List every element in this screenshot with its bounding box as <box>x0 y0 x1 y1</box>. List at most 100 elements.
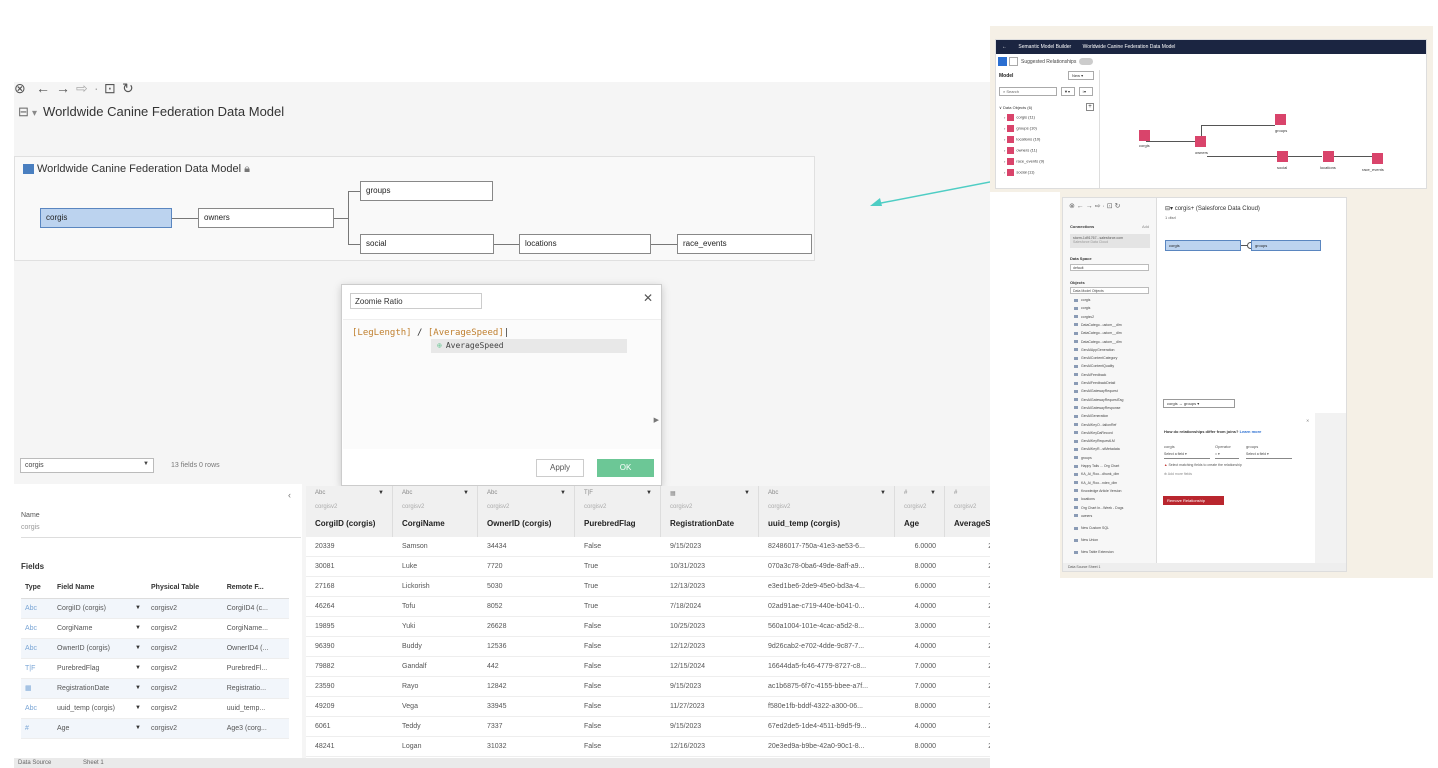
object-list-item[interactable]: GenAIKeyDaRecord <box>1074 431 1113 435</box>
chevron-right-icon[interactable]: › <box>1004 159 1005 164</box>
autocomplete-suggestion[interactable]: ⊕ AverageSpeed <box>431 339 627 353</box>
chevron-down-icon[interactable]: ▼ <box>463 490 469 496</box>
column-type-icon[interactable]: Abc <box>487 490 497 496</box>
operator-select[interactable]: = ▾ <box>1215 452 1239 459</box>
forward-button[interactable]: → <box>56 82 70 96</box>
object-list-item[interactable]: GenAIFeedback <box>1074 373 1106 377</box>
object-list-item[interactable]: Org Chart In...Week - Dogs <box>1074 506 1123 510</box>
settings-icon[interactable] <box>1009 57 1018 66</box>
data-object-item[interactable]: › race_events (9) <box>1004 158 1044 165</box>
refresh-icon[interactable]: ↻ <box>122 82 134 97</box>
object-list-item[interactable]: GenAIGeneration <box>1074 414 1108 418</box>
object-list-item[interactable]: KA_Ai_Roo...ndex_dlm <box>1074 481 1117 485</box>
object-list-item[interactable]: DataCatego...ustom__dlm <box>1074 331 1122 335</box>
right-field-select[interactable]: Select a field ▾ <box>1246 452 1292 459</box>
field-type-icon[interactable]: T|F <box>21 658 53 679</box>
remove-relationship-button[interactable]: Remove Relationship <box>1163 496 1224 505</box>
data-objects-heading[interactable]: ∨ Data Objects (6) <box>999 105 1032 110</box>
relationship-canvas[interactable]: Worldwide Canine Federation Data Model 🔒… <box>14 156 815 261</box>
col-header-remote-field[interactable]: Remote F... <box>222 578 289 599</box>
grid-col-header[interactable]: Abc ▼ corgisv2 CorgiID (corgis) <box>306 486 393 537</box>
field-row[interactable]: # Age ▼ corgisv2 Age3 (corg... <box>21 718 289 739</box>
field-row[interactable]: Abc CorgiID (corgis) ▼ corgisv2 CorgiID4 (c.… <box>21 598 289 619</box>
object-list-item[interactable]: locations <box>1074 497 1095 501</box>
smb-node-corgis[interactable] <box>1139 130 1150 141</box>
data-object-item[interactable]: › locations (10) <box>1004 136 1040 143</box>
chevron-down-icon[interactable]: ▼ <box>135 625 147 631</box>
object-list-item[interactable]: GenAIKeyO...talionRef <box>1074 423 1116 427</box>
chevron-down-icon[interactable]: ▾ <box>32 108 37 119</box>
grid-col-header[interactable]: Abc ▼ corgisv2 uuid_temp (corgis) <box>759 486 895 537</box>
tab-data-source[interactable]: Data Source <box>18 760 51 766</box>
grid-col-header[interactable]: T|F ▼ corgisv2 PurebredFlag <box>575 486 661 537</box>
data-space-select[interactable]: default <box>1070 264 1149 271</box>
add-object-button[interactable]: + <box>1086 103 1094 111</box>
back-button[interactable]: ← <box>36 82 50 96</box>
node-corgis[interactable]: corgis <box>40 208 172 228</box>
grid-view-icon[interactable] <box>998 57 1007 66</box>
field-type-icon[interactable]: ▦ <box>21 678 53 699</box>
relationship-select[interactable]: corgis ↔ groups ▾ <box>1163 399 1235 408</box>
close-icon[interactable]: ✕ <box>1306 418 1309 423</box>
ds-node-groups[interactable]: groups <box>1251 240 1321 251</box>
object-list-item[interactable]: GenAIContentCategory <box>1074 356 1117 360</box>
node-owners[interactable]: owners <box>198 208 334 228</box>
new-table-extension[interactable]: New Table Extension <box>1074 550 1114 554</box>
new-custom-sql[interactable]: New Custom SQL <box>1074 526 1109 530</box>
object-list-item[interactable]: DataCatego...ustom__dlm <box>1074 323 1122 327</box>
data-object-item[interactable]: › groups (10) <box>1004 125 1037 132</box>
field-type-icon[interactable]: # <box>21 718 53 739</box>
object-list-item[interactable]: GenAIKeyR...stMetadata <box>1074 447 1120 451</box>
chevron-right-icon[interactable]: › <box>1004 115 1005 120</box>
grid-col-header[interactable]: #▼corgisv2AverageSpe <box>945 486 990 537</box>
smb-node-owners[interactable] <box>1195 136 1206 147</box>
object-list-item[interactable]: GenAIGatewayRequest <box>1074 389 1118 393</box>
collapse-icon[interactable]: ‹ <box>288 490 291 500</box>
field-name[interactable]: RegistrationDate ▼ <box>53 678 147 699</box>
expand-arrow-icon[interactable]: ▶ <box>654 416 659 424</box>
field-type-icon[interactable]: Abc <box>21 618 53 639</box>
chevron-right-icon[interactable]: › <box>1004 137 1005 142</box>
new-button[interactable]: New ▾ <box>1068 71 1094 80</box>
chevron-down-icon[interactable]: ▼ <box>560 490 566 496</box>
redo-icon[interactable]: ⇨ <box>76 82 88 97</box>
new-union[interactable]: New Union <box>1074 538 1098 542</box>
sort-button[interactable]: ↕▾ <box>1079 87 1093 96</box>
object-list-item[interactable]: GenAIAppGeneration <box>1074 348 1114 352</box>
learn-more-link[interactable]: Learn more <box>1240 429 1262 434</box>
node-race-events[interactable]: race_events <box>677 234 812 254</box>
column-type-icon[interactable]: ▦ <box>670 490 676 497</box>
suggested-toggle[interactable] <box>1079 58 1094 65</box>
data-object-item[interactable]: › social (11) <box>1004 169 1035 176</box>
node-social[interactable]: social <box>360 234 494 254</box>
chevron-down-icon[interactable]: ▼ <box>135 725 147 731</box>
back-button[interactable]: ← <box>1002 44 1007 50</box>
field-type-icon[interactable]: Abc <box>21 638 53 659</box>
chevron-down-icon[interactable]: ▼ <box>135 685 147 691</box>
chevron-down-icon[interactable]: ▼ <box>744 490 750 496</box>
left-field-select[interactable]: Select a field ▾ <box>1164 452 1210 459</box>
smb-node-groups[interactable] <box>1275 114 1286 125</box>
calc-name-input[interactable]: Zoomie Ratio <box>350 293 482 309</box>
grid-col-header[interactable]: Abc ▼ corgisv2 OwnerID (corgis) <box>478 486 575 537</box>
ok-button[interactable]: OK <box>597 459 654 477</box>
add-more-fields[interactable]: ⊕ Add more fields <box>1164 472 1192 476</box>
grid-col-header[interactable]: ▦ ▼ corgisv2 RegistrationDate <box>661 486 759 537</box>
smb-node-race-events[interactable] <box>1372 153 1383 164</box>
chevron-down-icon[interactable]: ▼ <box>135 665 147 671</box>
field-row[interactable]: T|F PurebredFlag ▼ corgisv2 PurebredFl... <box>21 658 289 679</box>
column-type-icon[interactable]: # <box>904 490 907 496</box>
objects-select[interactable]: Data Model Objects <box>1070 287 1149 294</box>
field-type-icon[interactable]: Abc <box>21 598 53 619</box>
object-list-item[interactable]: groups <box>1074 456 1092 460</box>
object-list-item[interactable]: GenAIFeedbackDetail <box>1074 381 1115 385</box>
col-header-physical-table[interactable]: Physical Table <box>147 578 223 599</box>
data-object-item[interactable]: › owners (11) <box>1004 147 1037 154</box>
field-name[interactable]: Age ▼ <box>53 718 147 739</box>
object-list-item[interactable]: Happy Tails ... Org Chart <box>1074 464 1119 468</box>
field-name[interactable]: uuid_temp (corgis) ▼ <box>53 698 147 719</box>
field-name[interactable]: OwnerID (corgis) ▼ <box>53 638 147 659</box>
ds-sheet-tabs[interactable]: Data Source Sheet 1 <box>1063 563 1346 571</box>
smb-node-locations[interactable] <box>1323 151 1334 162</box>
field-type-icon[interactable]: Abc <box>21 698 53 719</box>
